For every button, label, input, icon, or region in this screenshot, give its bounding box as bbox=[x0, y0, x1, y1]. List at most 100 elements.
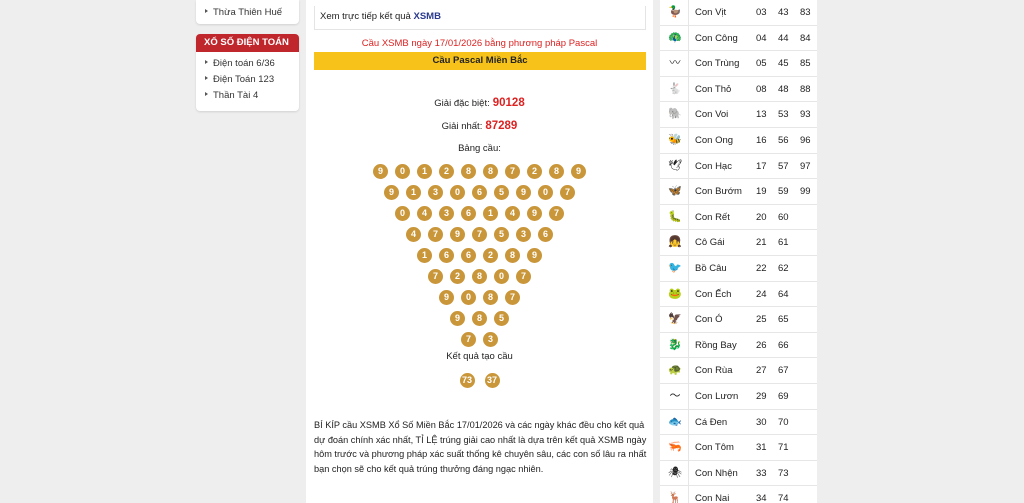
frog-icon: 🐸 bbox=[668, 287, 682, 300]
sidebar-item-dien-toan-636[interactable]: Điện toán 6/36 bbox=[205, 56, 299, 72]
number-cell: 44 bbox=[778, 32, 789, 44]
number-cell: 04 bbox=[756, 32, 767, 44]
pyramid-ball: 1 bbox=[417, 248, 432, 263]
animal-name: Con Công bbox=[695, 32, 738, 44]
number-cell: 70 bbox=[778, 416, 789, 428]
animal-name: Con Rùa bbox=[695, 365, 733, 377]
pyramid-ball: 6 bbox=[461, 248, 476, 263]
table-row: 🦚 Con Công 04 44 84 bbox=[660, 26, 817, 52]
elephant-icon: 🐘 bbox=[668, 108, 682, 121]
number-cell: 20 bbox=[756, 211, 767, 223]
pyramid-ball: 9 bbox=[373, 164, 388, 179]
result-balls: 73 37 bbox=[306, 373, 653, 388]
pyramid-ball: 4 bbox=[417, 206, 432, 221]
number-cell: 71 bbox=[778, 442, 789, 454]
pyramid-ball: 4 bbox=[505, 206, 520, 221]
number-cell: 29 bbox=[756, 390, 767, 402]
number-cell: 27 bbox=[756, 365, 767, 377]
number-cell: 99 bbox=[800, 186, 811, 198]
cau-date-note: Cầu XSMB ngày 17/01/2026 bằng phương phá… bbox=[361, 38, 598, 49]
number-cell: 34 bbox=[756, 493, 767, 503]
pyramid-ball: 9 bbox=[571, 164, 586, 179]
pyramid-ball: 9 bbox=[527, 248, 542, 263]
pyramid-ball: 9 bbox=[516, 185, 531, 200]
number-cell: 73 bbox=[778, 467, 789, 479]
centipede-icon: 🐛 bbox=[668, 210, 682, 223]
number-cell: 88 bbox=[800, 83, 811, 95]
pyramid-ball: 8 bbox=[505, 248, 520, 263]
result-label: Kết quả tạo cầu bbox=[446, 351, 513, 362]
deer-icon: 🦌 bbox=[668, 492, 682, 503]
special-prize-value: 90128 bbox=[492, 97, 525, 109]
table-row: 🐇 Con Thỏ 08 48 88 bbox=[660, 77, 817, 103]
animal-name: Con Thỏ bbox=[695, 83, 732, 95]
pigeon-icon: 🐦 bbox=[668, 261, 682, 274]
pyramid-ball: 7 bbox=[428, 269, 443, 284]
table-row: 〜 Con Lươn 29 69 bbox=[660, 384, 817, 410]
animal-name: Con Hạc bbox=[695, 160, 732, 172]
pyramid-ball: 9 bbox=[450, 311, 465, 326]
number-cell: 16 bbox=[756, 134, 767, 146]
result-ball: 37 bbox=[484, 373, 500, 388]
number-cell: 83 bbox=[800, 7, 811, 18]
chevron-right-icon bbox=[205, 92, 208, 97]
pyramid-ball: 3 bbox=[483, 332, 498, 347]
pascal-banner: Cầu Pascal Miền Bắc bbox=[314, 52, 646, 70]
number-cell: 84 bbox=[800, 32, 811, 44]
sidebar-item-dien-toan-123[interactable]: Điện Toán 123 bbox=[205, 72, 299, 88]
table-row: 🐦 Bồ Câu 22 62 bbox=[660, 256, 817, 282]
animal-name: Con Vịt bbox=[695, 7, 727, 18]
pyramid-ball: 7 bbox=[505, 164, 520, 179]
animal-name: Bồ Câu bbox=[695, 262, 727, 274]
pyramid-ball: 9 bbox=[384, 185, 399, 200]
number-cell: 93 bbox=[800, 109, 811, 121]
sidebar-dien-toan-box: XỔ SỐ ĐIỆN TOÁN Điện toán 6/36 Điện Toán… bbox=[196, 34, 299, 111]
pyramid-ball: 8 bbox=[483, 290, 498, 305]
pyramid-ball: 7 bbox=[549, 206, 564, 221]
pyramid-ball: 0 bbox=[395, 206, 410, 221]
chevron-right-icon bbox=[205, 9, 208, 14]
description-paragraph: BÍ KÍP cầu XSMB Xổ Số Miền Bắc 17/01/202… bbox=[314, 420, 647, 474]
pyramid-ball: 1 bbox=[406, 185, 421, 200]
pyramid-ball: 0 bbox=[461, 290, 476, 305]
animal-name: Con Bướm bbox=[695, 186, 742, 198]
pyramid-ball: 9 bbox=[527, 206, 542, 221]
number-cell: 45 bbox=[778, 58, 789, 70]
pyramid-ball: 2 bbox=[527, 164, 542, 179]
pyramid-ball: 0 bbox=[494, 269, 509, 284]
pyramid-ball: 4 bbox=[406, 227, 421, 242]
shrimp-icon: 🦐 bbox=[668, 441, 682, 454]
number-cell: 96 bbox=[800, 134, 811, 146]
animal-name: Con Trùng bbox=[695, 58, 740, 70]
table-row: 🦐 Con Tôm 31 71 bbox=[660, 435, 817, 461]
dien-toan-header: XỔ SỐ ĐIỆN TOÁN bbox=[196, 34, 299, 52]
sidebar-item-thua-thien-hue[interactable]: Thừa Thiên Huế bbox=[205, 5, 299, 21]
sidebar-item-than-tai-4[interactable]: Thần Tài 4 bbox=[205, 88, 299, 104]
table-row: 🐸 Con Ếch 24 64 bbox=[660, 282, 817, 308]
number-cell: 33 bbox=[756, 467, 767, 479]
pyramid-row: 985 bbox=[306, 311, 653, 332]
rabbit-icon: 🐇 bbox=[668, 82, 682, 95]
pyramid-ball: 8 bbox=[472, 311, 487, 326]
duck-icon: 🦆 bbox=[668, 6, 682, 18]
first-prize: Giải nhất: 87289 bbox=[441, 120, 518, 132]
animal-name: Con Tôm bbox=[695, 442, 734, 454]
pyramid-ball: 2 bbox=[439, 164, 454, 179]
number-cell: 53 bbox=[778, 109, 789, 121]
animal-name: Cô Gái bbox=[695, 237, 725, 249]
number-cell: 48 bbox=[778, 83, 789, 95]
table-row: 🐘 Con Voi 13 53 93 bbox=[660, 102, 817, 128]
turtle-icon: 🐢 bbox=[668, 364, 682, 377]
crane-icon: 🕊 bbox=[668, 159, 682, 172]
pyramid-ball: 6 bbox=[439, 248, 454, 263]
xsmb-link[interactable]: XSMB bbox=[413, 11, 440, 22]
pyramid-ball: 6 bbox=[461, 206, 476, 221]
sidebar-region-box: Thừa Thiên Huế bbox=[196, 0, 299, 24]
girl-icon: 👧 bbox=[668, 236, 682, 249]
pyramid-ball: 2 bbox=[450, 269, 465, 284]
number-cell: 31 bbox=[756, 442, 767, 454]
number-cell: 85 bbox=[800, 58, 811, 70]
table-row: 🦌 Con Nai 34 74 bbox=[660, 486, 817, 503]
eel-icon: 〜 bbox=[669, 389, 681, 402]
dien-toan-list: Điện toán 6/36 Điện Toán 123 Thần Tài 4 bbox=[196, 52, 299, 104]
